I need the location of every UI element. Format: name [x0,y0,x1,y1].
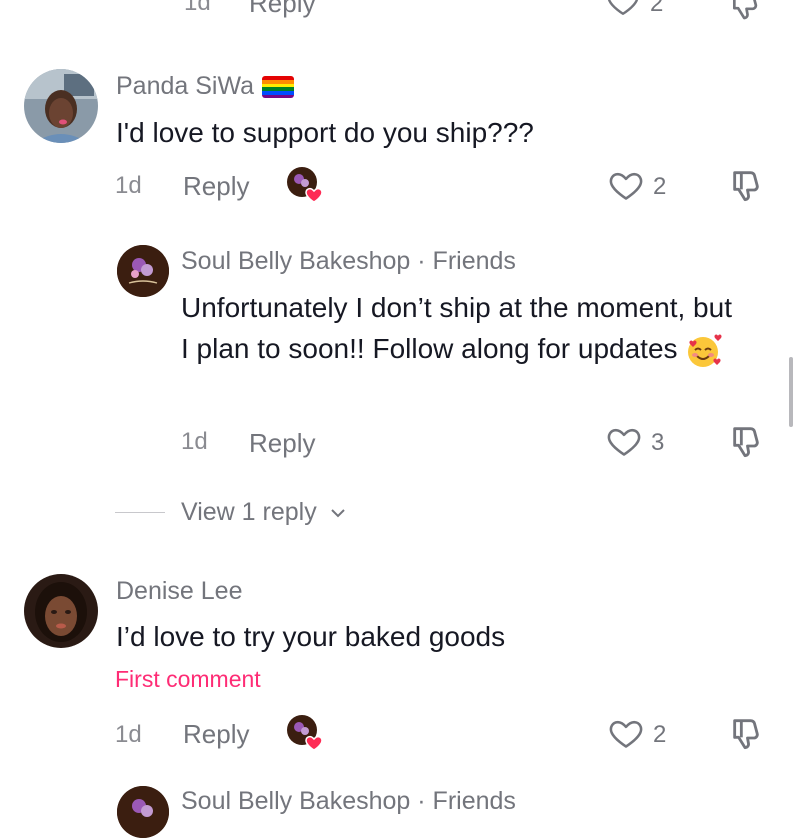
relationship-label: Friends [432,787,516,815]
heart-outline-icon[interactable] [606,423,642,459]
divider [115,512,165,513]
reply-text: Unfortunately I don’t ship at the moment… [181,287,741,370]
like-count: 2 [653,173,667,200]
like-count: 2 [653,721,667,748]
smiling-face-with-hearts-emoji [687,334,722,367]
thumbs-down-icon[interactable] [728,166,768,206]
comment-time: 1d [115,172,142,199]
view-replies-button[interactable]: View 1 reply [181,498,348,527]
thumbs-down-icon[interactable] [728,0,766,24]
like-count: 3 [651,429,665,456]
avatar[interactable] [117,245,169,297]
reply-button[interactable]: Reply [249,428,315,459]
separator-dot: · [417,247,426,275]
comment-username[interactable]: Denise Lee [116,577,242,606]
comment-time: 1d [184,0,211,16]
avatar[interactable] [117,786,169,838]
heart-outline-icon[interactable] [608,167,644,203]
creator-liked-heart-icon [287,167,323,203]
separator-dot: · [417,787,426,815]
chevron-down-icon [330,509,345,518]
reply-username[interactable]: Soul Belly Bakeshop · Friends [181,787,516,816]
avatar[interactable] [24,574,98,648]
first-comment-badge: First comment [115,666,261,692]
like-count: 2 [650,0,664,17]
reply-username[interactable]: Soul Belly Bakeshop · Friends [181,247,516,276]
heart-outline-icon[interactable] [606,0,640,18]
comment-text: I'd love to support do you ship??? [116,117,534,148]
thumbs-down-icon[interactable] [728,714,768,754]
reply-button[interactable]: Reply [249,0,315,19]
comment-username[interactable]: Panda SiWa [116,72,295,101]
comment-text: I’d love to try your baked goods [116,621,506,652]
reply-button[interactable]: Reply [183,171,249,202]
avatar[interactable] [24,69,98,143]
reply-button[interactable]: Reply [183,719,249,750]
thumbs-down-icon[interactable] [728,422,768,462]
rainbow-flag-icon [262,76,295,99]
creator-liked-heart-icon [287,715,323,751]
relationship-label: Friends [432,247,516,275]
comment-time: 1d [115,721,142,748]
heart-outline-icon[interactable] [608,715,644,751]
reply-time: 1d [181,428,208,455]
scrollbar[interactable] [789,357,793,427]
